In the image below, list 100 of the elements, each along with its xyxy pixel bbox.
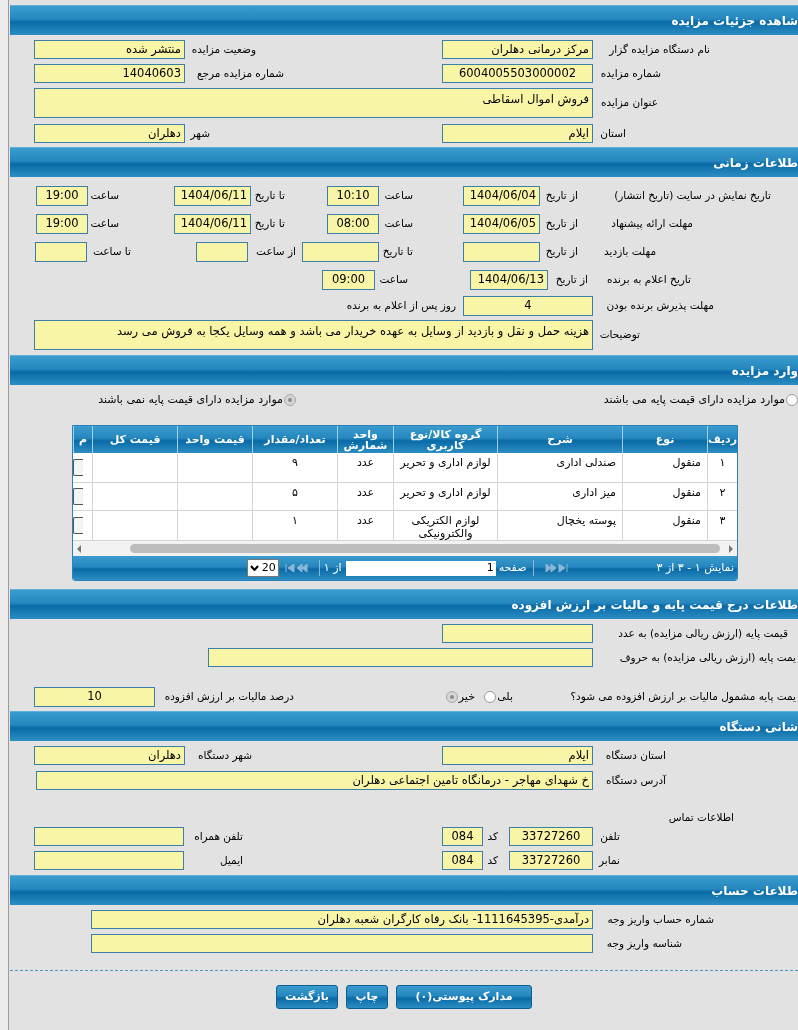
field-label: تا تاریخ xyxy=(254,188,286,204)
field-label: درصد مالیات بر ارزش افزوده xyxy=(164,689,295,705)
field-label: روز پس از اعلام به برنده xyxy=(346,298,457,314)
field-label: یمت پایه (ارزش ریالی مزایده) به حروف xyxy=(619,649,797,666)
input-field[interactable]: 1404/06/13 xyxy=(470,270,548,290)
table-cell: عدد xyxy=(337,453,393,482)
input-field[interactable]: 4 xyxy=(463,296,593,316)
page-number-field[interactable]: 1 xyxy=(345,560,496,576)
row-action-button[interactable] xyxy=(73,517,83,534)
row-action-button[interactable] xyxy=(73,459,83,476)
field-label: اطلاعات تماس xyxy=(668,810,735,826)
field-label: شماره حساب واریز وجه xyxy=(607,911,715,928)
table-cell: منقول xyxy=(622,511,707,540)
input-field[interactable] xyxy=(463,242,540,262)
field-label: ایمیل xyxy=(219,852,244,868)
table-cell: میز اداری xyxy=(497,483,622,510)
column-header[interactable]: واحد شمارش xyxy=(337,426,393,453)
input-field[interactable]: 1404/06/11 xyxy=(174,214,251,234)
input-field[interactable]: 19:00 xyxy=(36,186,88,206)
column-header[interactable]: تعداد/مقدار xyxy=(252,426,337,453)
column-header[interactable]: نوع xyxy=(622,426,707,453)
table-cell: ۳ xyxy=(707,511,737,540)
action-button[interactable]: بازگشت xyxy=(276,985,338,1009)
input-field[interactable] xyxy=(302,242,379,262)
input-field[interactable] xyxy=(34,827,184,846)
input-field[interactable] xyxy=(442,624,593,643)
input-field[interactable] xyxy=(196,242,248,262)
field-label: از ساعت xyxy=(256,244,297,260)
input-field[interactable]: 19:00 xyxy=(36,214,88,234)
column-header[interactable]: م xyxy=(73,426,92,453)
field-label: عنوان مزایده xyxy=(600,95,659,111)
field-label: تا تاریخ xyxy=(254,216,286,232)
input-field[interactable]: 6004005503000002 xyxy=(442,64,593,83)
input-field[interactable]: 33727260 xyxy=(509,827,593,846)
page-label: صفحه xyxy=(498,559,527,576)
table-cell: ۵ xyxy=(252,483,337,510)
input-field[interactable]: ایلام xyxy=(442,124,593,143)
input-field[interactable]: 084 xyxy=(442,851,483,870)
input-field[interactable]: درآمدی-1111645395- بانک رفاه کارگران شعبه دهلران xyxy=(91,910,593,929)
input-field[interactable]: 09:00 xyxy=(322,270,375,290)
pager-summary: نمایش ۱ - ۳ از ۳ xyxy=(656,559,734,576)
radio-label: بلی xyxy=(497,688,513,705)
action-button[interactable]: مدارک پیوستی(۰) xyxy=(396,985,532,1009)
field-label: ساعت xyxy=(384,188,414,204)
horizontal-scrollbar[interactable] xyxy=(73,541,737,556)
input-field[interactable]: 10 xyxy=(34,687,155,707)
radio-button[interactable] xyxy=(445,691,458,703)
action-button[interactable]: چاپ xyxy=(346,985,388,1009)
input-field[interactable]: خ شهدای مهاجر - درمانگاه تامین اجتماعی دهلران xyxy=(36,771,593,790)
field-label: تا تاریخ xyxy=(382,244,414,260)
column-header[interactable]: گروه کالا/نوع کاربری xyxy=(393,426,497,453)
caret-icon xyxy=(249,565,259,571)
row-action-button[interactable] xyxy=(73,488,83,505)
input-field[interactable]: ایلام xyxy=(442,746,593,765)
input-field[interactable]: 14040603 xyxy=(34,64,185,83)
input-field[interactable]: 084 xyxy=(442,827,483,846)
column-header[interactable]: ردیف xyxy=(707,426,737,453)
input-field[interactable]: مرکز درمانی دهلران xyxy=(442,40,593,59)
input-field[interactable] xyxy=(35,242,87,262)
field-label: کد xyxy=(487,852,499,868)
input-field[interactable] xyxy=(208,648,593,667)
input-field[interactable]: منتشر شده xyxy=(34,40,185,59)
column-header[interactable]: شرح xyxy=(497,426,622,453)
radio-button[interactable] xyxy=(284,394,296,406)
field-label: نام دستگاه مزایده گزار xyxy=(609,41,711,58)
text-area[interactable]: فروش اموال اسقاطی xyxy=(34,88,593,118)
field-label: ساعت xyxy=(90,188,120,204)
input-field[interactable]: 08:00 xyxy=(327,214,379,234)
left-arrow-icon[interactable] xyxy=(75,543,83,554)
input-field[interactable]: 33727260 xyxy=(509,851,593,870)
table-cell: ۹ xyxy=(252,453,337,482)
scrollbar-thumb[interactable] xyxy=(130,544,720,553)
section-header: طلاعات درج قیمت پایه و مالیات بر ارزش افزوده xyxy=(10,589,798,619)
page-size-select[interactable]: 20 xyxy=(246,559,279,577)
field-label: کد xyxy=(487,828,499,844)
field-label: مهلت پذیرش برنده بودن xyxy=(606,298,715,314)
input-field[interactable] xyxy=(34,851,184,870)
field-label: آدرس دستگاه xyxy=(606,772,667,789)
radio-label: خیر xyxy=(458,688,475,705)
table-cell: لوازم الکتریکی والکترونیکی xyxy=(393,511,497,540)
input-field[interactable] xyxy=(91,934,593,953)
input-field[interactable]: 1404/06/04 xyxy=(463,186,540,206)
column-header[interactable]: قیمت کل xyxy=(92,426,177,453)
table-cell: منقول xyxy=(622,453,707,482)
column-header[interactable]: قیمت واحد xyxy=(177,426,252,453)
input-field[interactable]: دهلران xyxy=(34,124,185,143)
text-area[interactable]: هزینه حمل و نقل و بازدید از وسایل به عهده خریدار می باشد و همه وسایل یکجا به فروش می رسد xyxy=(34,320,593,350)
field-label: از تاریخ xyxy=(545,216,579,232)
table-cell: صندلی اداری xyxy=(497,453,622,482)
radio-button[interactable] xyxy=(484,691,497,703)
radio-button[interactable] xyxy=(786,394,798,406)
input-field[interactable]: 1404/06/05 xyxy=(463,214,540,234)
input-field[interactable]: 1404/06/11 xyxy=(174,186,251,206)
input-field[interactable]: دهلران xyxy=(34,746,185,765)
page-count: از ۱ xyxy=(323,559,342,576)
right-arrow-icon[interactable] xyxy=(727,543,735,554)
input-field[interactable]: 10:10 xyxy=(327,186,379,206)
field-label: تلفن xyxy=(600,828,621,845)
section-header: طلاعات زمانی xyxy=(10,147,798,177)
table-cell: منقول xyxy=(622,483,707,510)
